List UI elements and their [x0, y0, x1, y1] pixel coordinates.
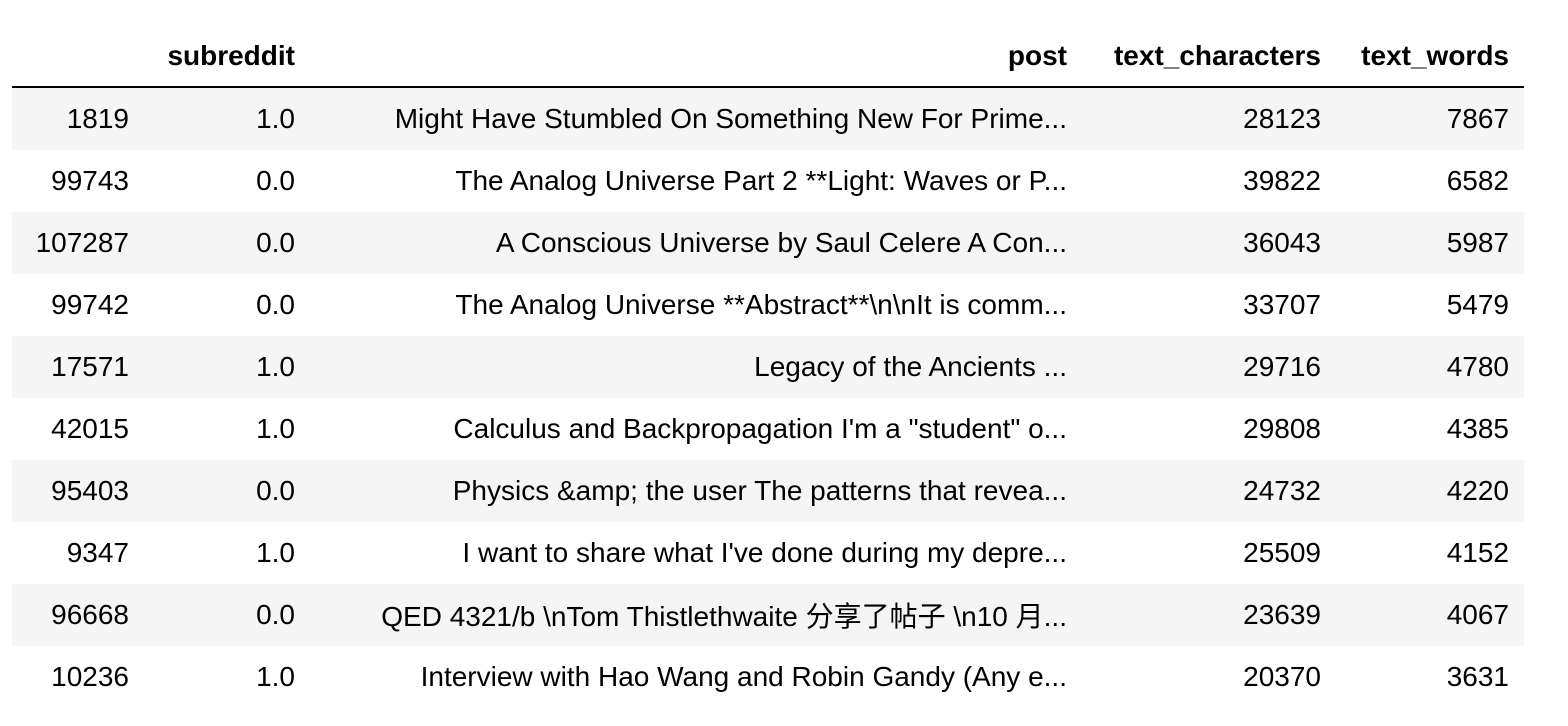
subreddit-cell: 1.0	[256, 537, 295, 568]
table-row: 99743 0.0 The Analog Universe Part 2 **L…	[12, 150, 1524, 212]
text-characters-cell: 39822	[1243, 165, 1321, 196]
row-index: 99742	[51, 289, 129, 320]
row-index: 96668	[51, 599, 129, 630]
row-index: 17571	[51, 351, 129, 382]
text-words-cell: 5987	[1446, 227, 1509, 258]
table-row: 42015 1.0 Calculus and Backpropagation I…	[12, 398, 1524, 460]
subreddit-cell: 0.0	[256, 475, 295, 506]
text-characters-cell: 29808	[1243, 413, 1321, 444]
table-row: 17571 1.0 Legacy of the Ancients ... 297…	[12, 336, 1524, 398]
row-index: 42015	[51, 413, 129, 444]
post-column-header: post	[310, 26, 1082, 88]
subreddit-cell: 1.0	[256, 413, 295, 444]
post-cell: The Analog Universe Part 2 **Light: Wave…	[455, 165, 1067, 196]
table-row: 1819 1.0 Might Have Stumbled On Somethin…	[12, 87, 1524, 150]
post-cell: A Conscious Universe by Saul Celere A Co…	[495, 227, 1067, 258]
table-row: 99742 0.0 The Analog Universe **Abstract…	[12, 274, 1524, 336]
post-cell: Legacy of the Ancients ...	[754, 351, 1067, 382]
table-row: 9347 1.0 I want to share what I've done …	[12, 522, 1524, 584]
text-words-cell: 7867	[1446, 103, 1509, 134]
row-index: 9347	[66, 537, 129, 568]
text-words-column-header: text_words	[1336, 26, 1524, 88]
table-row: 96668 0.0 QED 4321/b \nTom Thistlethwait…	[12, 584, 1524, 646]
text-words-cell: 6582	[1446, 165, 1509, 196]
table-body: 1819 1.0 Might Have Stumbled On Somethin…	[12, 87, 1524, 708]
header-row: subreddit post text_characters text_word…	[12, 26, 1524, 88]
text-words-cell: 5479	[1446, 289, 1509, 320]
text-characters-cell: 24732	[1243, 475, 1321, 506]
subreddit-cell: 1.0	[256, 661, 295, 692]
text-characters-cell: 29716	[1243, 351, 1321, 382]
text-characters-cell: 20370	[1243, 661, 1321, 692]
text-characters-cell: 25509	[1243, 537, 1321, 568]
post-cell: QED 4321/b \nTom Thistlethwaite 分享了帖子 \n…	[381, 601, 1067, 632]
subreddit-cell: 1.0	[256, 103, 295, 134]
row-index: 95403	[51, 475, 129, 506]
row-index: 107287	[35, 227, 129, 258]
subreddit-cell: 0.0	[256, 599, 295, 630]
text-words-cell: 4220	[1446, 475, 1509, 506]
row-index: 99743	[51, 165, 129, 196]
dataframe-output: subreddit post text_characters text_word…	[12, 26, 1524, 708]
post-cell: I want to share what I've done during my…	[462, 537, 1067, 568]
subreddit-cell: 0.0	[256, 227, 295, 258]
subreddit-cell: 1.0	[256, 351, 295, 382]
text-words-cell: 3631	[1446, 661, 1509, 692]
post-cell: Calculus and Backpropagation I'm a "stud…	[453, 413, 1067, 444]
text-characters-cell: 33707	[1243, 289, 1321, 320]
subreddit-cell: 0.0	[256, 165, 295, 196]
row-index: 1819	[66, 103, 129, 134]
post-cell: Physics &amp; the user The patterns that…	[452, 475, 1067, 506]
post-cell: The Analog Universe **Abstract**\n\nIt i…	[455, 289, 1067, 320]
subreddit-column-header: subreddit	[144, 26, 310, 88]
text-words-cell: 4152	[1446, 537, 1509, 568]
text-words-cell: 4385	[1446, 413, 1509, 444]
text-words-cell: 4067	[1446, 599, 1509, 630]
text-characters-cell: 36043	[1243, 227, 1321, 258]
index-column-header	[12, 26, 144, 88]
table-header: subreddit post text_characters text_word…	[12, 26, 1524, 88]
subreddit-cell: 0.0	[256, 289, 295, 320]
text-characters-cell: 28123	[1243, 103, 1321, 134]
row-index: 10236	[51, 661, 129, 692]
table-row: 10236 1.0 Interview with Hao Wang and Ro…	[12, 646, 1524, 708]
table-row: 107287 0.0 A Conscious Universe by Saul …	[12, 212, 1524, 274]
post-cell: Might Have Stumbled On Something New For…	[394, 103, 1067, 134]
dataframe-table: subreddit post text_characters text_word…	[12, 26, 1524, 708]
text-characters-column-header: text_characters	[1082, 26, 1336, 88]
text-words-cell: 4780	[1446, 351, 1509, 382]
post-cell: Interview with Hao Wang and Robin Gandy …	[420, 661, 1067, 692]
table-row: 95403 0.0 Physics &amp; the user The pat…	[12, 460, 1524, 522]
text-characters-cell: 23639	[1243, 599, 1321, 630]
